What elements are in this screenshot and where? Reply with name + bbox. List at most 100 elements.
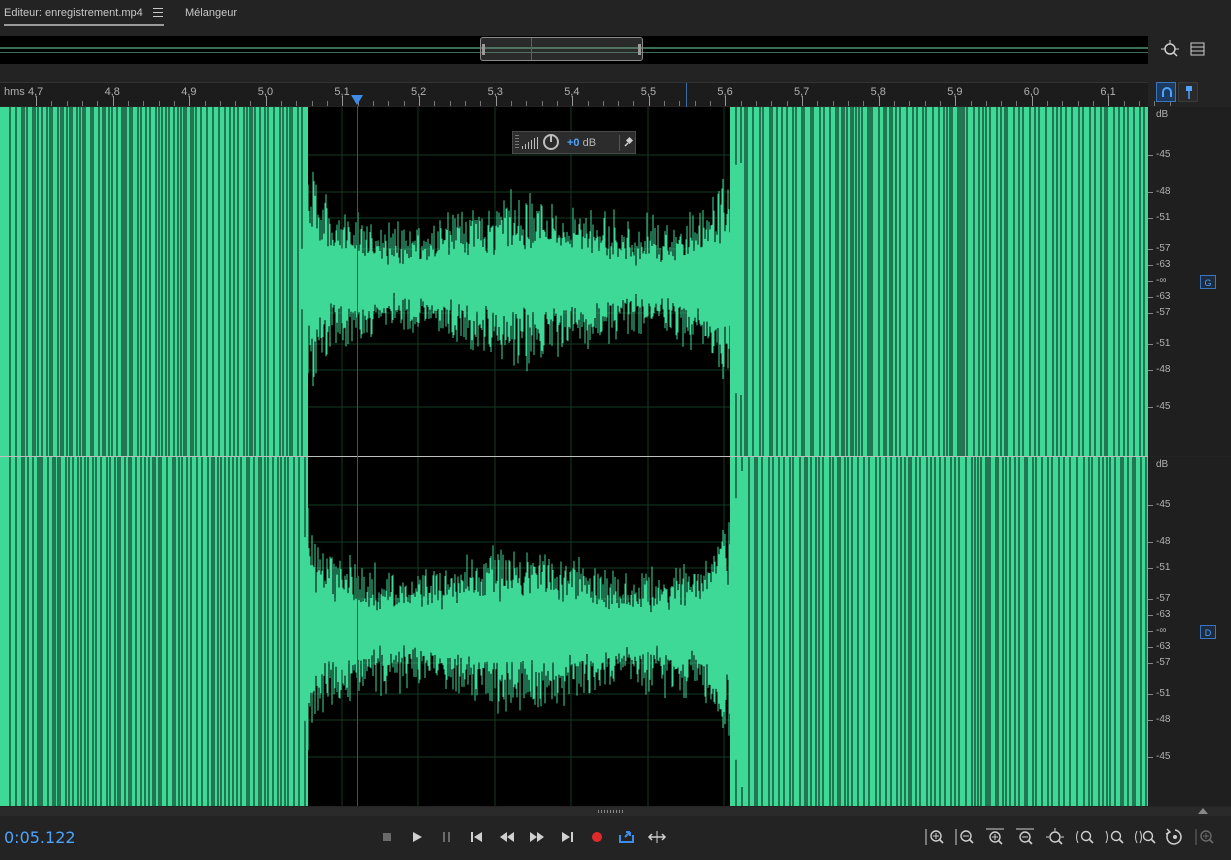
db-scale-label: -63 bbox=[1156, 291, 1171, 302]
ruler-minor-tick bbox=[756, 101, 758, 106]
ruler-minor-tick bbox=[710, 101, 712, 106]
db-scale-label: -51 bbox=[1156, 688, 1171, 699]
ruler-tick bbox=[1031, 96, 1033, 106]
ruler-minor-tick bbox=[464, 101, 466, 106]
db-scale-label: -45 bbox=[1156, 149, 1171, 160]
db-scale-label: dB bbox=[1156, 459, 1169, 470]
scrollbar-grip[interactable] bbox=[598, 810, 624, 813]
db-scale-tick bbox=[1148, 663, 1153, 664]
db-scale-label: -51 bbox=[1156, 212, 1171, 223]
ruler-tick bbox=[265, 96, 267, 106]
db-scale-tick bbox=[1148, 505, 1153, 506]
db-scale-label: -63 bbox=[1156, 609, 1171, 620]
ruler-minor-tick bbox=[1062, 101, 1064, 106]
time-ruler[interactable]: hms 4,7 4,8 4,9 5,0 5,1 5,2 5,3 5,4 5,5 5,6 5,7 5,8… bbox=[0, 82, 1171, 107]
db-scale-label: -48 bbox=[1156, 714, 1171, 725]
record-icon[interactable] bbox=[586, 826, 608, 848]
ruler-minor-tick bbox=[1047, 101, 1049, 106]
play-icon[interactable] bbox=[406, 826, 428, 848]
ruler-minor-tick bbox=[863, 101, 865, 106]
ruler-tick bbox=[572, 96, 574, 106]
skip-icon[interactable] bbox=[646, 826, 668, 848]
tab-editor[interactable]: Editeur: enregistrement.mp4 bbox=[4, 7, 143, 19]
scroll-up-icon[interactable] bbox=[1198, 808, 1208, 814]
db-scale-label: -51 bbox=[1156, 338, 1171, 349]
db-scale-tick bbox=[1148, 647, 1153, 648]
db-scale-label: -48 bbox=[1156, 536, 1171, 547]
zoom-toggle-icon[interactable] bbox=[1193, 826, 1217, 848]
rewind-icon[interactable] bbox=[496, 826, 518, 848]
marker-pin-button[interactable] bbox=[1178, 82, 1198, 102]
fast-forward-icon[interactable] bbox=[526, 826, 548, 848]
db-scale-label: -57 bbox=[1156, 657, 1171, 668]
pause-icon[interactable] bbox=[436, 826, 458, 848]
zoom-in-end-icon[interactable] bbox=[1103, 826, 1127, 848]
zoom-navigator-right-handle[interactable] bbox=[638, 44, 641, 55]
ruler-tick bbox=[495, 96, 497, 106]
ruler-minor-tick bbox=[1123, 101, 1125, 106]
zoom-navigator-left-handle[interactable] bbox=[482, 44, 485, 55]
channel-right-waveform[interactable] bbox=[0, 457, 1148, 806]
db-scale-label: -45 bbox=[1156, 401, 1171, 412]
go-to-start-icon[interactable] bbox=[466, 826, 488, 848]
loop-icon[interactable] bbox=[616, 826, 638, 848]
ruler-minor-tick bbox=[771, 101, 773, 106]
list-view-icon[interactable] bbox=[1187, 38, 1209, 60]
zoom-out-amplitude-icon[interactable] bbox=[953, 826, 977, 848]
db-scale-label: -57 bbox=[1156, 307, 1171, 318]
panel-menu-icon[interactable] bbox=[153, 8, 163, 17]
current-time[interactable]: 0:05.122 bbox=[4, 828, 76, 847]
zoom-selection-icon[interactable] bbox=[1133, 826, 1157, 848]
panel-tabs: Editeur: enregistrement.mp4 Mélangeur bbox=[0, 0, 1231, 30]
tab-mixer[interactable]: Mélangeur bbox=[185, 7, 237, 19]
pin-hud-icon[interactable] bbox=[623, 136, 634, 151]
db-scale-tick bbox=[1148, 344, 1153, 345]
zoom-out-full-icon[interactable] bbox=[1043, 826, 1067, 848]
ruler-minor-tick bbox=[679, 101, 681, 106]
go-to-end-icon[interactable] bbox=[556, 826, 578, 848]
stop-icon[interactable] bbox=[376, 826, 398, 848]
ruler-minor-tick bbox=[832, 101, 834, 106]
playhead-handle[interactable] bbox=[351, 95, 363, 105]
channel-left-badge[interactable]: G bbox=[1200, 275, 1216, 289]
overview-playhead bbox=[531, 38, 532, 60]
zoom-reset-icon[interactable] bbox=[1163, 826, 1187, 848]
ruler-minor-tick bbox=[250, 101, 252, 106]
zoom-navigator-icon[interactable] bbox=[1159, 38, 1181, 60]
gain-unit: dB bbox=[582, 137, 597, 149]
ruler-minor-tick bbox=[1016, 101, 1018, 106]
db-scale-tick bbox=[1148, 615, 1153, 616]
ruler-minor-tick bbox=[219, 101, 221, 106]
db-scale-tick bbox=[1148, 542, 1153, 543]
ruler-minor-tick bbox=[893, 101, 895, 106]
gain-knob-icon[interactable] bbox=[543, 134, 559, 150]
zoom-out-time-icon[interactable] bbox=[1013, 826, 1037, 848]
ruler-minor-tick bbox=[924, 101, 926, 106]
horizontal-scrollbar[interactable] bbox=[0, 807, 1231, 816]
db-scale-tick bbox=[1148, 265, 1153, 266]
gain-readout[interactable]: +0 dB bbox=[567, 137, 596, 149]
hud-grip[interactable] bbox=[515, 135, 519, 150]
db-scale-label: -57 bbox=[1156, 243, 1171, 254]
ruler-minor-tick bbox=[847, 101, 849, 106]
ruler-marker[interactable] bbox=[686, 83, 687, 107]
ruler-minor-tick bbox=[939, 101, 941, 106]
db-scale-tick bbox=[1148, 155, 1153, 156]
channel-right-badge[interactable]: D bbox=[1200, 625, 1216, 639]
zoom-in-time-icon[interactable] bbox=[983, 826, 1007, 848]
ruler-tick bbox=[1108, 96, 1110, 106]
ruler-tick bbox=[419, 96, 420, 106]
channel-left-waveform[interactable] bbox=[0, 107, 1148, 456]
zoom-in-start-icon[interactable] bbox=[1073, 826, 1097, 848]
db-scale-label: -51 bbox=[1156, 562, 1171, 573]
zoom-in-amplitude-icon[interactable] bbox=[923, 826, 947, 848]
snap-button[interactable] bbox=[1156, 82, 1176, 102]
ruler-minor-tick bbox=[510, 101, 512, 106]
db-scale-label: -∞ bbox=[1156, 625, 1167, 636]
zoom-navigator[interactable] bbox=[480, 37, 643, 61]
db-scale-tick bbox=[1148, 694, 1153, 695]
ruler-minor-tick bbox=[235, 101, 237, 106]
ruler-minor-tick bbox=[526, 101, 528, 106]
ruler-tick bbox=[802, 96, 803, 106]
waveform-overview[interactable] bbox=[0, 36, 1148, 64]
